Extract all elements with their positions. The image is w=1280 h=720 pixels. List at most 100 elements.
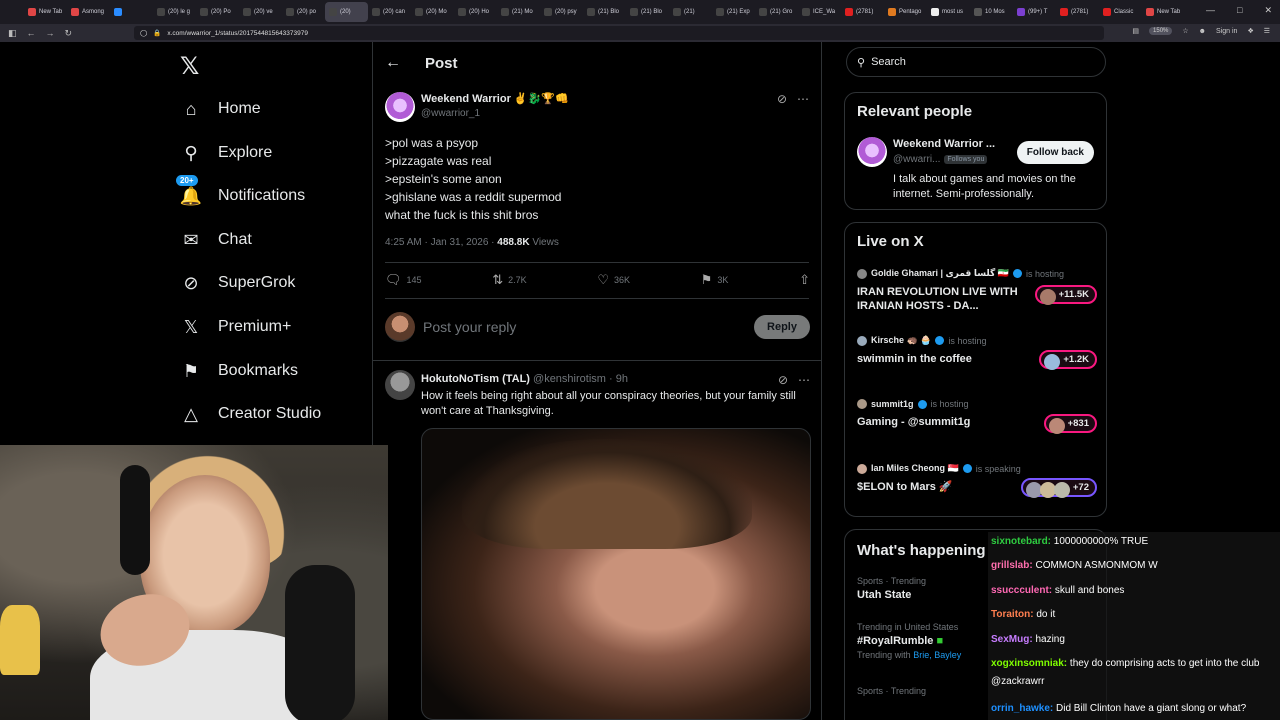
browser-tab[interactable]: (20) le g bbox=[153, 2, 196, 22]
trend-item[interactable]: Trending in United States #RoyalRumble ■… bbox=[857, 622, 961, 660]
browser-tab[interactable]: New Tab bbox=[1142, 2, 1185, 22]
nav-premium[interactable]: 𝕏 Premium+ bbox=[180, 316, 292, 338]
nav-home[interactable]: ⌂ Home bbox=[180, 98, 261, 120]
reload-icon[interactable]: ↻ bbox=[65, 28, 73, 39]
reply-author-avatar[interactable] bbox=[385, 370, 415, 400]
live-item[interactable]: summit1g is hosting Gaming - @summit1g +8… bbox=[857, 399, 1097, 434]
reader-icon[interactable]: ▤ bbox=[1132, 27, 1139, 35]
author-name[interactable]: Weekend Warrior ✌️🐉🏆👊 bbox=[421, 92, 569, 105]
reply-author[interactable]: HokutoNoTism (TAL) @kenshirotism · 9h bbox=[421, 373, 628, 385]
browser-tab[interactable]: (21) Gro bbox=[755, 2, 798, 22]
browser-tab[interactable]: Asmong bbox=[67, 2, 110, 22]
listener-avatar bbox=[1048, 418, 1065, 434]
zoom-level[interactable]: 150% bbox=[1149, 27, 1173, 35]
star-icon[interactable]: ☆ bbox=[1182, 27, 1188, 35]
back-arrow-icon[interactable]: ← bbox=[385, 54, 401, 72]
forward-icon[interactable]: → bbox=[46, 28, 55, 39]
browser-tab[interactable]: New Tab bbox=[24, 2, 67, 22]
nav-chat-label: Chat bbox=[218, 231, 252, 248]
maximize-icon[interactable]: □ bbox=[1237, 5, 1242, 16]
relevant-handle[interactable]: @wwarri... bbox=[893, 154, 940, 165]
more-icon[interactable]: ⋯ bbox=[797, 92, 809, 106]
reply-input[interactable]: Post your reply bbox=[423, 319, 746, 335]
extensions-icon[interactable]: ❖ bbox=[1247, 27, 1253, 35]
reply-author-name[interactable]: HokutoNoTism (TAL) bbox=[421, 373, 530, 385]
account-icon[interactable]: ☻ bbox=[1199, 28, 1206, 35]
trend-emoji-icon: ■ bbox=[936, 635, 944, 647]
author-avatar[interactable] bbox=[385, 92, 415, 122]
nav-notifications[interactable]: 🔔 20+ Notifications bbox=[176, 175, 305, 207]
browser-tab[interactable]: (21) Blo bbox=[626, 2, 669, 22]
back-icon[interactable]: ← bbox=[27, 28, 36, 39]
reply-media-image[interactable] bbox=[421, 428, 811, 720]
nav-explore[interactable]: ⚲ Explore bbox=[180, 142, 272, 164]
listener-pill[interactable]: +72 bbox=[1020, 478, 1097, 498]
nav-creator-studio[interactable]: △ Creator Studio bbox=[180, 403, 321, 425]
browser-tab[interactable]: (20) bbox=[325, 2, 368, 22]
browser-tab[interactable]: (21) Blo bbox=[583, 2, 626, 22]
sign-in-link[interactable]: Sign in bbox=[1216, 28, 1237, 35]
user-avatar[interactable] bbox=[385, 312, 415, 342]
browser-tab[interactable]: (21) bbox=[669, 2, 712, 22]
tweet-author[interactable]: Weekend Warrior ✌️🐉🏆👊 @wwarrior_1 bbox=[385, 92, 569, 122]
minimize-icon[interactable]: — bbox=[1206, 5, 1215, 16]
share-stat[interactable]: ⇧ bbox=[799, 272, 810, 288]
trend-item[interactable]: Sports · Trending bbox=[857, 686, 926, 696]
browser-tab[interactable]: (20) Mo bbox=[411, 2, 454, 22]
browser-tab[interactable]: (21) Mo bbox=[497, 2, 540, 22]
grok-icon[interactable]: ⊘ bbox=[778, 373, 788, 387]
tab-favicon-icon bbox=[71, 8, 79, 16]
browser-tab[interactable]: (20) can bbox=[368, 2, 411, 22]
browser-tab[interactable]: ICE_Wa bbox=[798, 2, 841, 22]
sidebar-toggle-icon[interactable]: ◧ bbox=[8, 28, 17, 39]
address-field[interactable]: ◯ 🔒 x.com/wwarrior_1/status/201754481564… bbox=[134, 26, 1104, 40]
post-column: ← Post Weekend Warrior ✌️🐉🏆👊 @wwarrior_1… bbox=[372, 42, 822, 720]
browser-tab[interactable]: most us bbox=[927, 2, 970, 22]
close-icon[interactable]: ✕ bbox=[1264, 5, 1272, 16]
nav-bookmarks[interactable]: ⚑ Bookmarks bbox=[180, 360, 298, 382]
tab-label: (20) can bbox=[383, 9, 406, 15]
menu-icon[interactable]: ☰ bbox=[1264, 27, 1270, 35]
tweet-timestamp[interactable]: 4:25 AM · Jan 31, 2026 · bbox=[385, 237, 497, 248]
tab-label: (21) Blo bbox=[598, 9, 620, 15]
browser-tab[interactable]: (20) psy bbox=[540, 2, 583, 22]
browser-tab[interactable]: (20) Ho bbox=[454, 2, 497, 22]
browser-tab[interactable]: (20) ve bbox=[239, 2, 282, 22]
tab-favicon-icon bbox=[716, 8, 724, 16]
follow-back-button[interactable]: Follow back bbox=[1016, 141, 1094, 164]
reply-stat[interactable]: 🗨 145 bbox=[385, 272, 422, 288]
tab-label: (20) Ho bbox=[469, 9, 490, 15]
relevant-name[interactable]: Weekend Warrior ... bbox=[893, 138, 995, 150]
browser-tab[interactable]: (21) Exp bbox=[712, 2, 755, 22]
listener-pill[interactable]: +831 bbox=[1043, 414, 1097, 434]
browser-tab[interactable]: Classic bbox=[1099, 2, 1142, 22]
browser-tab[interactable]: 10 Mos bbox=[970, 2, 1013, 22]
nav-supergrok[interactable]: ⊘ SuperGrok bbox=[180, 272, 295, 294]
nav-chat[interactable]: ✉ Chat bbox=[180, 229, 252, 251]
author-handle[interactable]: @wwarrior_1 bbox=[421, 108, 569, 119]
listener-pill[interactable]: +1.2K bbox=[1039, 350, 1097, 370]
bookmark-stat[interactable]: ⚑ 3K bbox=[701, 272, 729, 288]
browser-tab[interactable] bbox=[110, 2, 153, 22]
relevant-avatar[interactable] bbox=[857, 137, 887, 167]
x-logo-icon[interactable]: 𝕏 bbox=[180, 52, 199, 81]
browser-tab[interactable]: (20) Po bbox=[196, 2, 239, 22]
browser-tab[interactable]: (99+) T bbox=[1013, 2, 1056, 22]
browser-tab[interactable]: Pentago bbox=[884, 2, 927, 22]
more-icon[interactable]: ⋯ bbox=[798, 373, 810, 387]
reply-button[interactable]: Reply bbox=[754, 315, 810, 339]
live-item[interactable]: Kirsche 🦔 🧁 is hosting swimmin in the cof… bbox=[857, 335, 1097, 370]
trend-item[interactable]: Sports · Trending Utah State bbox=[857, 576, 926, 601]
browser-tab[interactable]: (2781) bbox=[841, 2, 884, 22]
reply-author-handle[interactable]: @kenshirotism · 9h bbox=[530, 373, 628, 385]
trend-with-links[interactable]: Brie, Bayley bbox=[913, 650, 961, 660]
repost-stat[interactable]: ⇅ 2.7K bbox=[492, 272, 526, 288]
grok-icon[interactable]: ⊘ bbox=[777, 92, 787, 106]
like-stat[interactable]: ♡ 36K bbox=[597, 272, 630, 288]
search-input[interactable]: ⚲ Search bbox=[846, 47, 1106, 77]
browser-tab[interactable]: (2781) bbox=[1056, 2, 1099, 22]
live-item[interactable]: Goldie Ghamari | گلسا قمری 🇮🇷 is hosting … bbox=[857, 268, 1097, 313]
listener-pill[interactable]: +11.5K bbox=[1034, 285, 1097, 305]
live-item[interactable]: Ian Miles Cheong 🇸🇬 is speaking $ELON to … bbox=[857, 463, 1097, 498]
browser-tab[interactable]: (20) po bbox=[282, 2, 325, 22]
